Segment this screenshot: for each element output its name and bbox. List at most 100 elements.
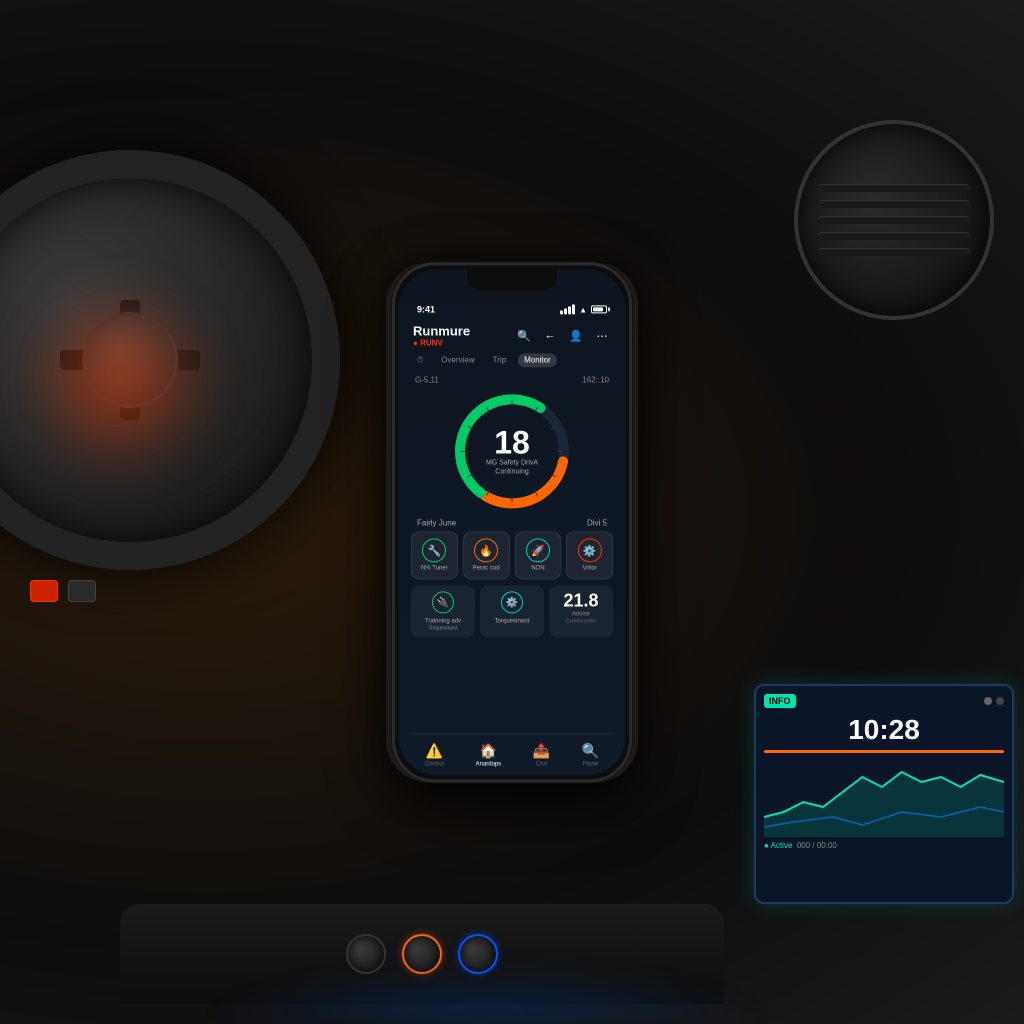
gauge-glow (20, 280, 220, 480)
infotainment-screen: INFO 10:28 ● Active 000 / 00:00 (754, 684, 1014, 904)
training-icon: 🔌 (432, 592, 454, 614)
feature-cards-row1: 🔧 N% Tuner 🔥 Perac cod 🚀 NON ⚙️ Vritor (409, 531, 615, 579)
info-dot-1 (984, 697, 992, 705)
ambient-light (200, 964, 774, 1024)
feature-card-torque[interactable]: ⚙️ Torquesmont (480, 586, 544, 638)
search-icon[interactable]: 🔍 (515, 326, 533, 344)
vent-slat-5 (818, 248, 970, 256)
non-label: NON (520, 565, 557, 572)
big-number-value: 21.8 (563, 592, 598, 610)
app-title: Runmure (413, 323, 470, 338)
gauge-right-label: 162:.10 (582, 375, 609, 384)
stats-left-label: Fairly June (417, 518, 456, 527)
bottom-nav: ⚠️ Control 🏠 Anardops 📤 Chrt 🔍 Plane (409, 733, 615, 775)
user-icon[interactable]: 👤 (567, 326, 585, 344)
training-label: Trainning adv (425, 619, 461, 626)
info-dot-2 (996, 697, 1004, 705)
speed-value: 18 (486, 426, 538, 458)
nav-item-plane[interactable]: 🔍 Plane (582, 742, 599, 767)
tab-overview[interactable]: Overview (435, 353, 480, 367)
torque-icon: ⚙️ (501, 592, 523, 614)
feature-card-non[interactable]: 🚀 NON (515, 531, 562, 579)
vent-slats (818, 144, 970, 296)
app-content: 9:41 ▲ (399, 269, 625, 775)
infotainment-chart (764, 757, 1004, 837)
infotainment-badge: INFO (764, 694, 796, 708)
tuner-icon: 🔧 (422, 538, 446, 562)
chart-label: Chrt (536, 761, 547, 767)
advise-label: Advise (572, 612, 590, 619)
status-bar: 9:41 ▲ (409, 301, 615, 317)
nav-item-control[interactable]: ⚠️ Control (425, 742, 444, 767)
phone-side-button[interactable] (631, 385, 632, 435)
infotainment-time: 10:28 (764, 714, 1004, 746)
air-vent (794, 120, 994, 320)
tab-trip[interactable]: Trip (487, 353, 512, 367)
chart-icon: 📤 (533, 742, 550, 759)
feature-card-perac[interactable]: 🔥 Perac cod (463, 531, 510, 579)
signal-bars (560, 304, 575, 314)
header-icons: 🔍 ← 👤 ⋯ (515, 326, 611, 344)
home-icon: 🏠 (480, 742, 497, 759)
back-icon[interactable]: ← (541, 326, 559, 344)
battery-fill (593, 307, 603, 311)
app-header: Runmure ● RUNV 🔍 ← 👤 ⋯ (409, 323, 615, 347)
menu-icon[interactable]: ⋯ (593, 326, 611, 344)
feature-cards-row2: 🔌 Trainning adv Torquesmont ⚙️ Torquesmo… (409, 586, 615, 638)
vent-slat-1 (818, 184, 970, 192)
home-label: Anardops (476, 761, 502, 767)
feature-card-advise[interactable]: 21.8 Advise Carriformatter (549, 586, 613, 638)
tab-icon[interactable]: ⏱ (411, 353, 429, 367)
infotainment-bar (764, 750, 1004, 753)
steering-buttons (30, 580, 96, 602)
training-sub: Torquesmont (429, 626, 458, 632)
phone-body: 9:41 ▲ (392, 262, 632, 782)
sw-button-left (30, 580, 58, 602)
gauge-left-label: G-5.11 (415, 375, 439, 384)
app-subtitle: ● RUNV (413, 338, 470, 347)
tab-monitor[interactable]: Monitor (518, 353, 557, 367)
status-icons: ▲ (560, 304, 607, 314)
wifi-icon: ▲ (579, 305, 587, 314)
signal-bar-4 (572, 304, 575, 314)
perac-label: Perac cod (468, 565, 505, 572)
status-time: 9:41 (417, 304, 435, 314)
tuner-label: N% Tuner (416, 565, 453, 572)
app-branding: Runmure ● RUNV (413, 323, 470, 347)
speed-sub-1: MG Safety DrivA (486, 458, 538, 467)
signal-bar-2 (564, 308, 567, 314)
stats-labels: Fairly June Divi 5 (409, 518, 615, 527)
vent-slat-3 (818, 216, 970, 224)
nav-item-home[interactable]: 🏠 Anardops (476, 742, 502, 767)
infotainment-controls (984, 697, 1004, 705)
control-label: Control (425, 761, 444, 767)
gauge-labels: G-5.11 162:.10 (409, 375, 615, 384)
stats-right-label: Divi 5 (587, 518, 607, 527)
app-tabs: ⏱ Overview Trip Monitor (409, 353, 615, 367)
feature-card-tuner[interactable]: 🔧 N% Tuner (411, 531, 458, 579)
speed-gauge: 18 MG Safety DrivA Continuing (447, 386, 577, 516)
infotainment-sub: ● Active 000 / 00:00 (764, 841, 1004, 850)
feature-card-vritor[interactable]: ⚙️ Vritor (566, 531, 613, 579)
plane-icon: 🔍 (582, 742, 599, 759)
vent-slat-4 (818, 232, 970, 240)
phone-screen: 9:41 ▲ (399, 269, 625, 775)
perac-icon: 🔥 (474, 538, 498, 562)
phone-notch (467, 265, 557, 291)
infotainment-header: INFO (764, 694, 1004, 708)
vent-area (724, 80, 1024, 360)
vritor-label: Vritor (571, 565, 608, 572)
torque-label: Torquesmont (495, 619, 530, 626)
phone-container: 9:41 ▲ (392, 262, 632, 782)
carriform-label: Carriformatter (566, 619, 597, 625)
speed-sub-2: Continuing (486, 467, 538, 476)
gauge-center-display: 18 MG Safety DrivA Continuing (486, 426, 538, 476)
control-icon: ⚠️ (426, 742, 443, 759)
nav-item-chart[interactable]: 📤 Chrt (533, 742, 550, 767)
feature-card-training[interactable]: 🔌 Trainning adv Torquesmont (411, 586, 475, 638)
gauge-section: G-5.11 162:.10 (409, 375, 615, 527)
signal-bar-1 (560, 310, 563, 314)
sw-button-mid (68, 580, 96, 602)
plane-label: Plane (583, 761, 598, 767)
vent-slat-2 (818, 200, 970, 208)
